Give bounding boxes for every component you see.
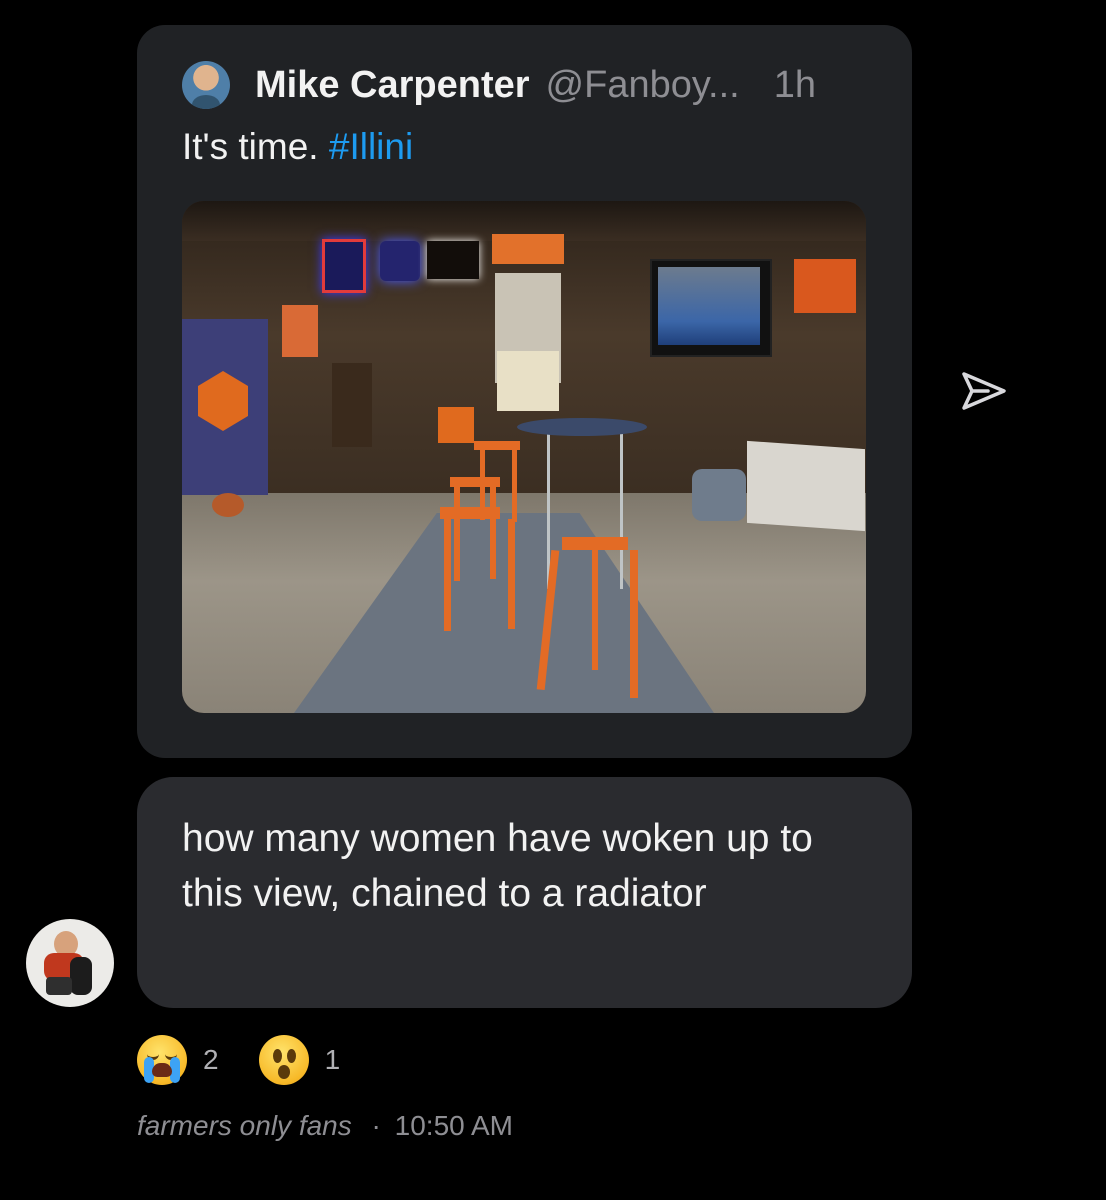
avatar-cat	[70, 957, 92, 995]
photo-table-top	[517, 418, 647, 436]
astonished-face-emoji-icon[interactable]	[258, 1035, 309, 1085]
author-handle: @Fanboy...	[545, 63, 740, 106]
emoji-mouth	[152, 1063, 172, 1077]
reaction-count-astonished: 1	[324, 1044, 341, 1075]
hashtag-link[interactable]: #Illini	[329, 126, 413, 167]
reaction-count-crying: 2	[203, 1044, 219, 1075]
sender-name[interactable]: farmers only fans	[137, 1110, 352, 1141]
message-text: how many women have woken up to this vie…	[182, 817, 813, 915]
photo-stool	[630, 550, 638, 698]
photo-stool	[512, 450, 517, 522]
quoted-post-card[interactable]: Mike Carpenter @Fanboy... 1h It's time. …	[137, 25, 912, 758]
sender-avatar[interactable]	[26, 919, 114, 1007]
photo-neon-logo	[380, 241, 420, 281]
crying-face-emoji-icon[interactable]	[137, 1035, 187, 1085]
photo-neon-sign	[322, 239, 366, 293]
photo-stool	[490, 487, 496, 579]
photo-whiteboard	[747, 440, 865, 532]
photo-stool	[454, 487, 460, 581]
photo-stool	[508, 519, 515, 629]
photo-stool	[592, 550, 598, 670]
message-meta: farmers only fans · 10:50 AM	[137, 1110, 513, 1142]
photo-trash-can	[692, 469, 746, 521]
photo-jersey	[794, 259, 856, 313]
photo-poster	[282, 305, 318, 357]
photo-stool	[440, 507, 500, 519]
photo-table-legs	[547, 433, 623, 589]
photo-famlly-sign	[492, 234, 564, 264]
post-text-body: It's time.	[182, 126, 319, 167]
photo-basketball	[212, 493, 244, 517]
post-photo[interactable]	[182, 201, 866, 713]
post-text: It's time. #Illini	[182, 126, 413, 168]
photo-window-light	[497, 351, 559, 411]
photo-stool	[562, 537, 628, 550]
post-time: 1h	[773, 63, 817, 106]
photo-stool	[444, 519, 451, 631]
photo-neon-duff	[427, 241, 479, 279]
author-name[interactable]: Mike Carpenter	[255, 64, 530, 107]
emoji-eye	[272, 1049, 282, 1063]
avatar-figure-legs	[46, 977, 72, 995]
reactions-bar: 2 1	[137, 1035, 340, 1085]
message-timestamp: 10:50 AM	[394, 1110, 513, 1141]
photo-poster	[332, 363, 372, 447]
screen: { "quoted_post": { "author_name": "Mike …	[0, 0, 1106, 1200]
photo-tv-screen	[658, 267, 760, 345]
meta-separator: ·	[371, 1110, 381, 1141]
author-avatar[interactable]	[182, 61, 230, 109]
photo-stool	[474, 441, 520, 450]
reply-arrow-icon[interactable]	[958, 368, 1008, 414]
photo-stool	[450, 477, 500, 487]
emoji-mouth	[277, 1065, 290, 1079]
photo-poster	[438, 407, 474, 443]
emoji-eye	[286, 1049, 296, 1063]
quoted-post-header: Mike Carpenter @Fanboy... 1h	[182, 61, 816, 109]
message-bubble[interactable]: how many women have woken up to this vie…	[137, 777, 912, 1008]
